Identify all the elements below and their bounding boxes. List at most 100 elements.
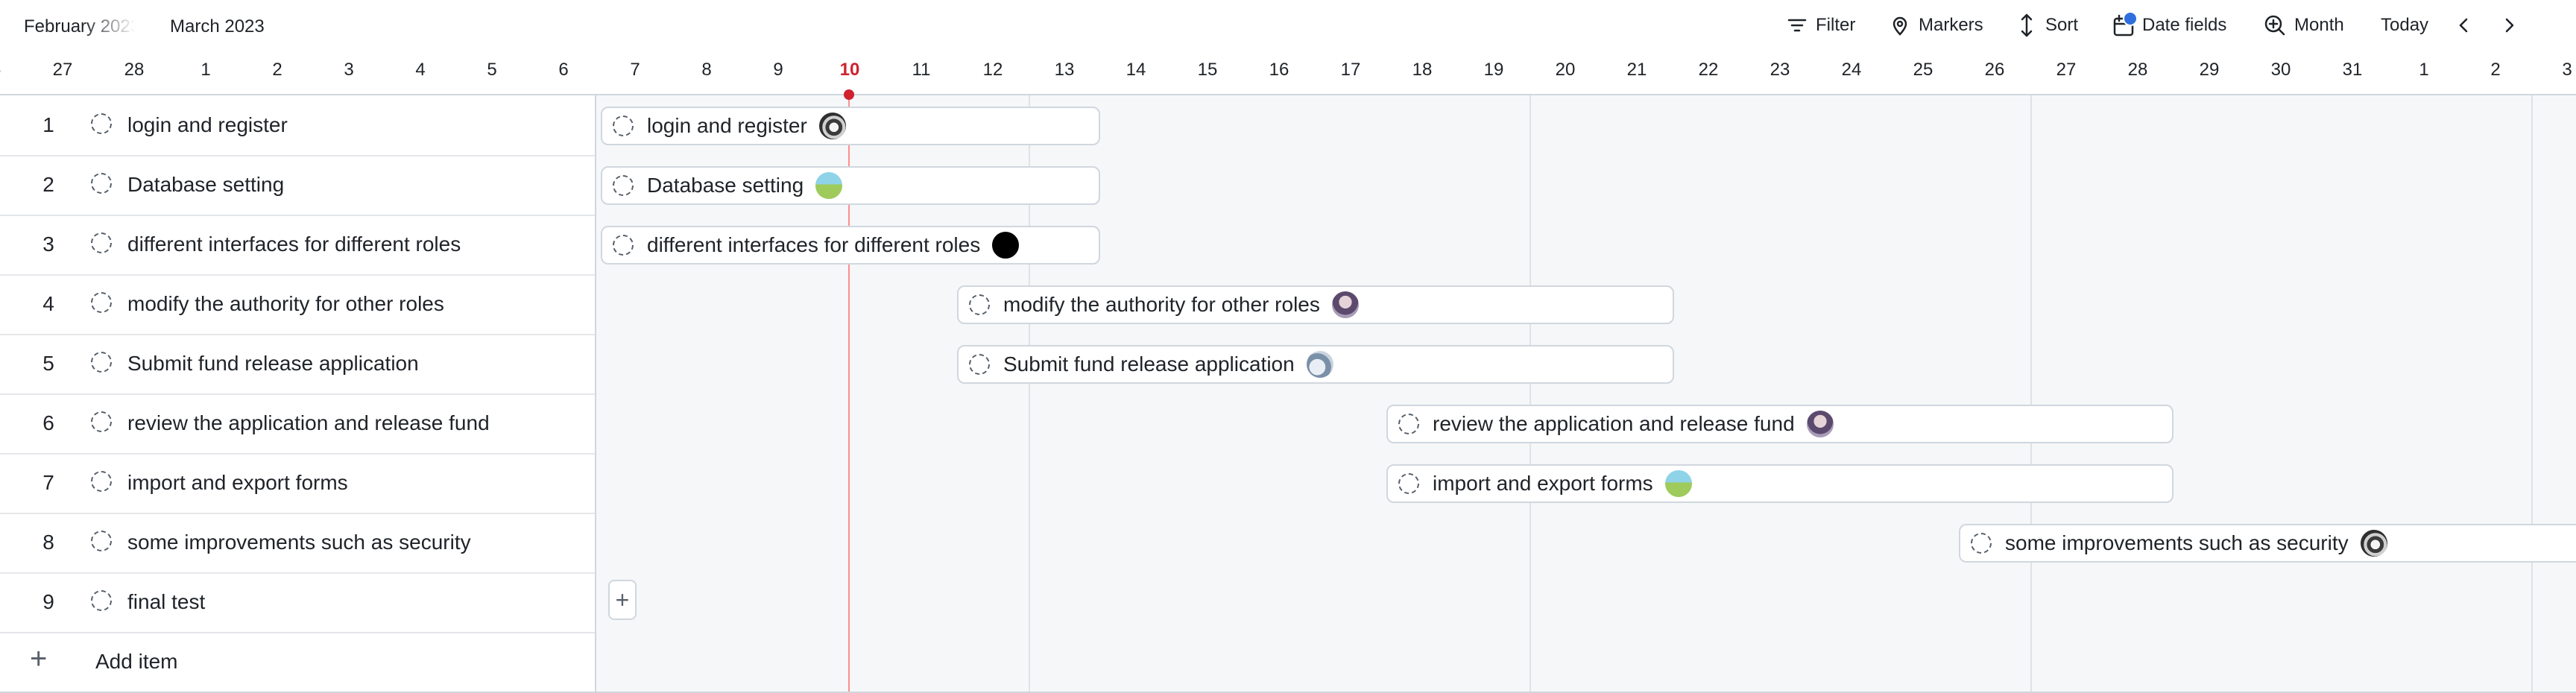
day-label: 26 [1984,60,2005,80]
status-circle-icon [1398,473,1419,494]
day-label: 7 [630,60,640,80]
item-title[interactable]: Submit fund release application [127,352,419,376]
sort-icon [2021,13,2033,37]
item-title[interactable]: login and register [127,113,288,137]
date-fields-indicator-dot [2123,11,2138,26]
zoom-in-icon [2264,15,2285,36]
sort-button[interactable]: Sort [2015,10,2078,40]
calendar-icon [2112,11,2138,38]
item-title[interactable]: modify the authority for other roles [127,292,444,316]
date-fields-label: Date fields [2142,15,2227,35]
row-number: 7 [42,471,54,494]
date-fields-button[interactable]: Date fields [2112,10,2226,40]
list-item[interactable]: 7 import and export forms [0,453,595,514]
timeline-bar[interactable]: Submit fund release application [957,345,1674,384]
markers-button[interactable]: Markers [1889,10,1983,40]
item-title[interactable]: Database setting [127,173,284,197]
list-item[interactable]: 4 modify the authority for other roles [0,274,595,335]
status-circle-icon [1398,414,1419,434]
day-label: 2 [272,60,282,80]
sort-label: Sort [2045,15,2079,35]
bar-title: Database setting [647,174,804,197]
day-label: 29 [2199,60,2220,80]
day-label: 18 [1412,60,1433,80]
status-circle-icon [91,411,112,432]
status-circle-icon [91,292,112,313]
status-circle-icon [91,232,112,253]
day-label: 9 [773,60,783,80]
list-item[interactable]: 8 some improvements such as security [0,513,595,574]
list-item[interactable]: 1 login and register [0,95,595,156]
add-item-label: Add item [95,650,178,673]
week-grid-line [1530,95,1531,692]
item-title[interactable]: final test [127,590,205,614]
zoom-month-button[interactable]: Month [2263,10,2344,40]
timeline-bar[interactable]: different interfaces for different roles [601,226,1100,265]
day-label: 8 [701,60,712,80]
item-title[interactable]: some improvements such as security [127,531,471,554]
status-circle-icon [613,175,634,196]
bar-title: some improvements such as security [2005,531,2349,554]
avatar [814,171,845,200]
timeline-bar[interactable]: import and export forms [1386,464,2174,503]
timeline-header: February 2023 March 2023 Filter Markers … [0,0,2576,95]
status-circle-icon [1971,533,1992,554]
day-label: 3 [2562,60,2572,80]
day-label: 10 [839,60,860,80]
add-date-button[interactable]: + [608,580,637,620]
day-label: 26 [0,60,13,80]
avatar [2358,528,2389,558]
day-label: 14 [1126,60,1146,80]
day-label: 4 [415,60,426,80]
list-item[interactable]: 5 Submit fund release application [0,334,595,395]
previous-button[interactable] [2454,10,2475,40]
avatar [817,111,847,141]
row-number: 5 [42,352,54,375]
status-circle-icon [91,590,112,611]
timeline-bar[interactable]: login and register [601,107,1100,145]
today-label: Today [2381,15,2429,35]
timeline-bar[interactable]: Database setting [601,166,1100,205]
timeline-bar[interactable]: some improvements such as security [1959,524,2576,563]
row-number: 9 [42,590,54,613]
item-title[interactable]: different interfaces for different roles [127,232,461,256]
chevron-left-icon [2459,18,2468,33]
markers-label: Markers [1919,15,1983,35]
month-label-fade [82,10,149,40]
list-item[interactable]: 3 different interfaces for different rol… [0,215,595,276]
timeline-bar[interactable]: review the application and release fund [1386,405,2174,443]
day-label: 20 [1555,60,1576,80]
item-title[interactable]: import and export forms [127,471,348,495]
bar-title: import and export forms [1433,472,1653,495]
timeline-bar[interactable]: modify the authority for other roles [957,285,1674,324]
day-label: 25 [1913,60,1933,80]
avatar [1805,409,1835,439]
day-label: 2 [2490,60,2501,80]
next-month-label: March 2023 [170,16,265,37]
list-item[interactable]: 2 Database setting [0,155,595,216]
day-label: 13 [1054,60,1075,80]
filter-button[interactable]: Filter [1786,10,1855,40]
next-button[interactable] [2498,10,2519,40]
today-button[interactable]: Today [2381,10,2428,40]
row-number: 4 [42,292,54,315]
bar-title: login and register [647,114,807,137]
bar-title: different interfaces for different roles [647,233,981,256]
day-label: 21 [1626,60,1647,80]
avatar [1330,290,1360,320]
list-item[interactable]: 9 final test [0,572,595,633]
today-marker-dot [844,89,854,100]
day-label: 3 [344,60,354,80]
status-circle-icon [91,531,112,551]
add-item-button[interactable]: + Add item [0,632,595,692]
avatar [991,230,1021,260]
status-circle-icon [91,471,112,492]
item-title[interactable]: review the application and release fund [127,411,490,435]
status-circle-icon [91,352,112,373]
bar-title: modify the authority for other roles [1003,293,1320,316]
day-label: 5 [487,60,497,80]
list-item[interactable]: 6 review the application and release fun… [0,393,595,455]
day-label: 23 [1770,60,1790,80]
zoom-label: Month [2294,15,2344,35]
day-label: 19 [1483,60,1504,80]
